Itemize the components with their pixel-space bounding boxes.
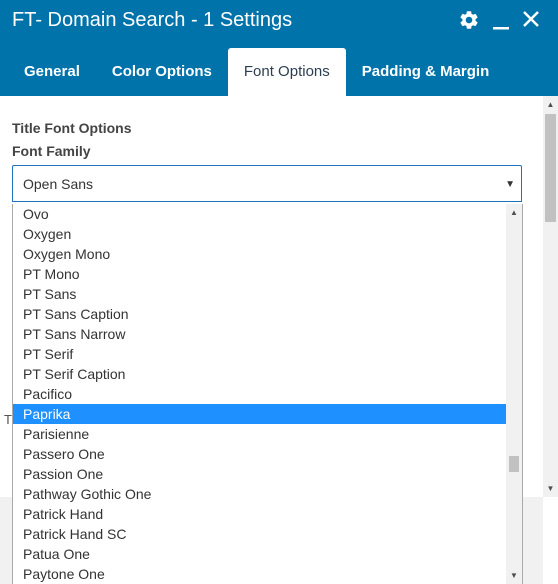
font-family-label: Font Family: [12, 143, 91, 159]
scroll-up-icon[interactable]: ▲: [506, 208, 522, 217]
font-dropdown-list[interactable]: Ovo Oxygen Oxygen Mono PT Mono PT Sans PT San…: [12, 204, 523, 584]
dropdown-scroll-thumb[interactable]: [509, 456, 519, 472]
dropdown-option[interactable]: PT Sans Caption: [13, 304, 522, 324]
font-family-select[interactable]: Open Sans ▼: [12, 165, 522, 202]
minimize-icon[interactable]: [492, 9, 510, 31]
obscured-field-label: T: [4, 412, 12, 427]
dropdown-option[interactable]: Passion One: [13, 464, 522, 484]
dropdown-option[interactable]: Pathway Gothic One: [13, 484, 522, 504]
tab-bar: General Color Options Font Options Paddi…: [8, 48, 505, 96]
gear-icon[interactable]: [458, 9, 480, 31]
dropdown-option[interactable]: Patua One: [13, 544, 522, 564]
tab-padding-margin[interactable]: Padding & Margin: [346, 48, 506, 96]
dropdown-option[interactable]: PT Serif Caption: [13, 364, 522, 384]
close-icon[interactable]: [522, 9, 540, 31]
dropdown-option[interactable]: Paytone One: [13, 564, 522, 584]
page-scroll-thumb[interactable]: [545, 114, 556, 222]
dropdown-option[interactable]: Patrick Hand: [13, 504, 522, 524]
tab-color-options[interactable]: Color Options: [96, 48, 228, 96]
dropdown-option[interactable]: PT Sans Narrow: [13, 324, 522, 344]
dropdown-option[interactable]: PT Sans: [13, 284, 522, 304]
window-titlebar: FT- Domain Search - 1 Settings General C…: [0, 0, 558, 96]
dropdown-option[interactable]: Parisienne: [13, 424, 522, 444]
tab-general[interactable]: General: [8, 48, 96, 96]
window-title: FT- Domain Search - 1 Settings: [12, 9, 293, 31]
section-title: Title Font Options: [12, 120, 132, 136]
dropdown-option[interactable]: Pacifico: [13, 384, 522, 404]
dropdown-option[interactable]: Patrick Hand SC: [13, 524, 522, 544]
page-scroll-down-icon[interactable]: ▼: [543, 484, 558, 493]
dropdown-arrow-icon: ▼: [505, 179, 515, 190]
page-scrollbar[interactable]: ▲ ▼: [543, 96, 558, 497]
dropdown-option[interactable]: Paprika: [13, 404, 522, 424]
dropdown-options: Ovo Oxygen Oxygen Mono PT Mono PT Sans PT San…: [13, 204, 522, 584]
dropdown-option[interactable]: Passero One: [13, 444, 522, 464]
select-value: Open Sans: [23, 176, 94, 192]
page-scroll-up-icon[interactable]: ▲: [543, 100, 558, 109]
window-controls: [458, 9, 540, 31]
dropdown-option[interactable]: Ovo: [13, 204, 522, 224]
dropdown-option[interactable]: Oxygen: [13, 224, 522, 244]
dropdown-option[interactable]: PT Mono: [13, 264, 522, 284]
dropdown-option[interactable]: PT Serif: [13, 344, 522, 364]
tab-font-options[interactable]: Font Options: [227, 48, 346, 96]
dropdown-option[interactable]: Oxygen Mono: [13, 244, 522, 264]
dropdown-scrollbar[interactable]: ▲ ▼: [506, 204, 522, 584]
scroll-down-icon[interactable]: ▼: [506, 571, 522, 580]
